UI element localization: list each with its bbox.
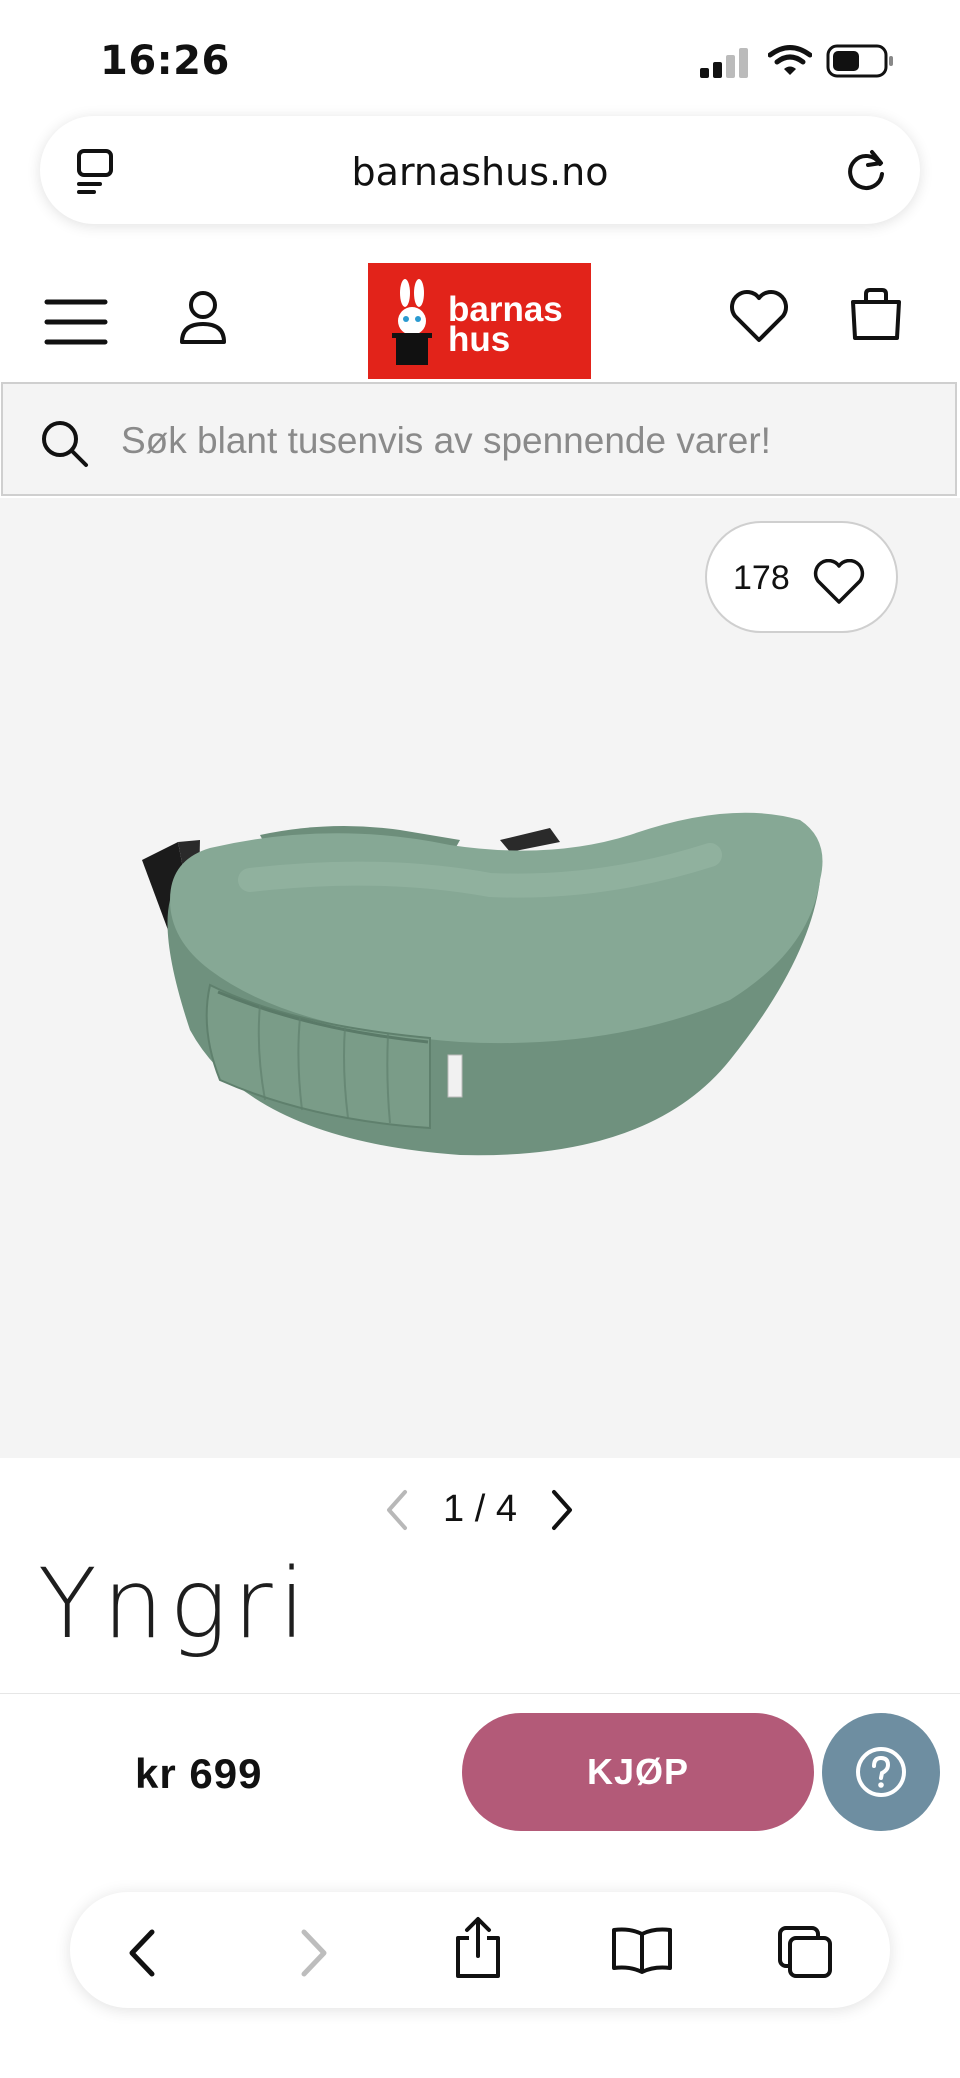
favorite-count: 178 bbox=[733, 559, 790, 597]
back-icon[interactable] bbox=[126, 1928, 158, 1978]
address-bar[interactable]: barnashus.no bbox=[40, 116, 920, 224]
status-time: 16:26 bbox=[100, 38, 230, 84]
help-button[interactable] bbox=[822, 1713, 940, 1831]
site-logo[interactable]: barnas hus bbox=[368, 263, 591, 379]
product-image bbox=[142, 812, 823, 1156]
share-icon[interactable] bbox=[452, 1916, 504, 1980]
favorite-button[interactable]: 178 bbox=[705, 521, 898, 633]
search-bar[interactable]: Søk blant tusenvis av spennende varer! bbox=[1, 382, 957, 496]
image-pager: 1 / 4 bbox=[0, 1480, 960, 1540]
chevron-right-icon[interactable] bbox=[548, 1488, 576, 1532]
heart-icon bbox=[813, 559, 865, 604]
reload-icon[interactable] bbox=[846, 148, 888, 192]
buy-button[interactable]: KJØP bbox=[462, 1713, 814, 1831]
search-input[interactable]: Søk blant tusenvis av spennende varer! bbox=[121, 420, 771, 462]
logo-text-line2: hus bbox=[448, 320, 511, 359]
cart-icon[interactable] bbox=[848, 286, 904, 342]
search-icon[interactable] bbox=[39, 418, 89, 468]
wifi-icon bbox=[768, 45, 812, 75]
battery-icon bbox=[826, 44, 893, 78]
wishlist-icon[interactable] bbox=[728, 288, 790, 344]
pager-text: 1 / 4 bbox=[443, 1488, 517, 1530]
forward-icon[interactable] bbox=[298, 1928, 330, 1978]
browser-toolbar bbox=[70, 1892, 890, 2008]
help-icon bbox=[856, 1747, 906, 1797]
bunny-logo-icon bbox=[392, 279, 432, 365]
brand-name: Yngri bbox=[38, 1548, 312, 1660]
tabs-icon[interactable] bbox=[776, 1924, 834, 1980]
brand-logo[interactable]: Yngri bbox=[38, 1548, 311, 1660]
cellular-signal-icon bbox=[700, 46, 748, 78]
url-text[interactable]: barnashus.no bbox=[40, 150, 920, 194]
bookmarks-icon[interactable] bbox=[610, 1926, 674, 1974]
menu-icon[interactable] bbox=[44, 298, 108, 346]
account-icon[interactable] bbox=[178, 290, 228, 346]
price: kr 699 bbox=[135, 1750, 263, 1797]
